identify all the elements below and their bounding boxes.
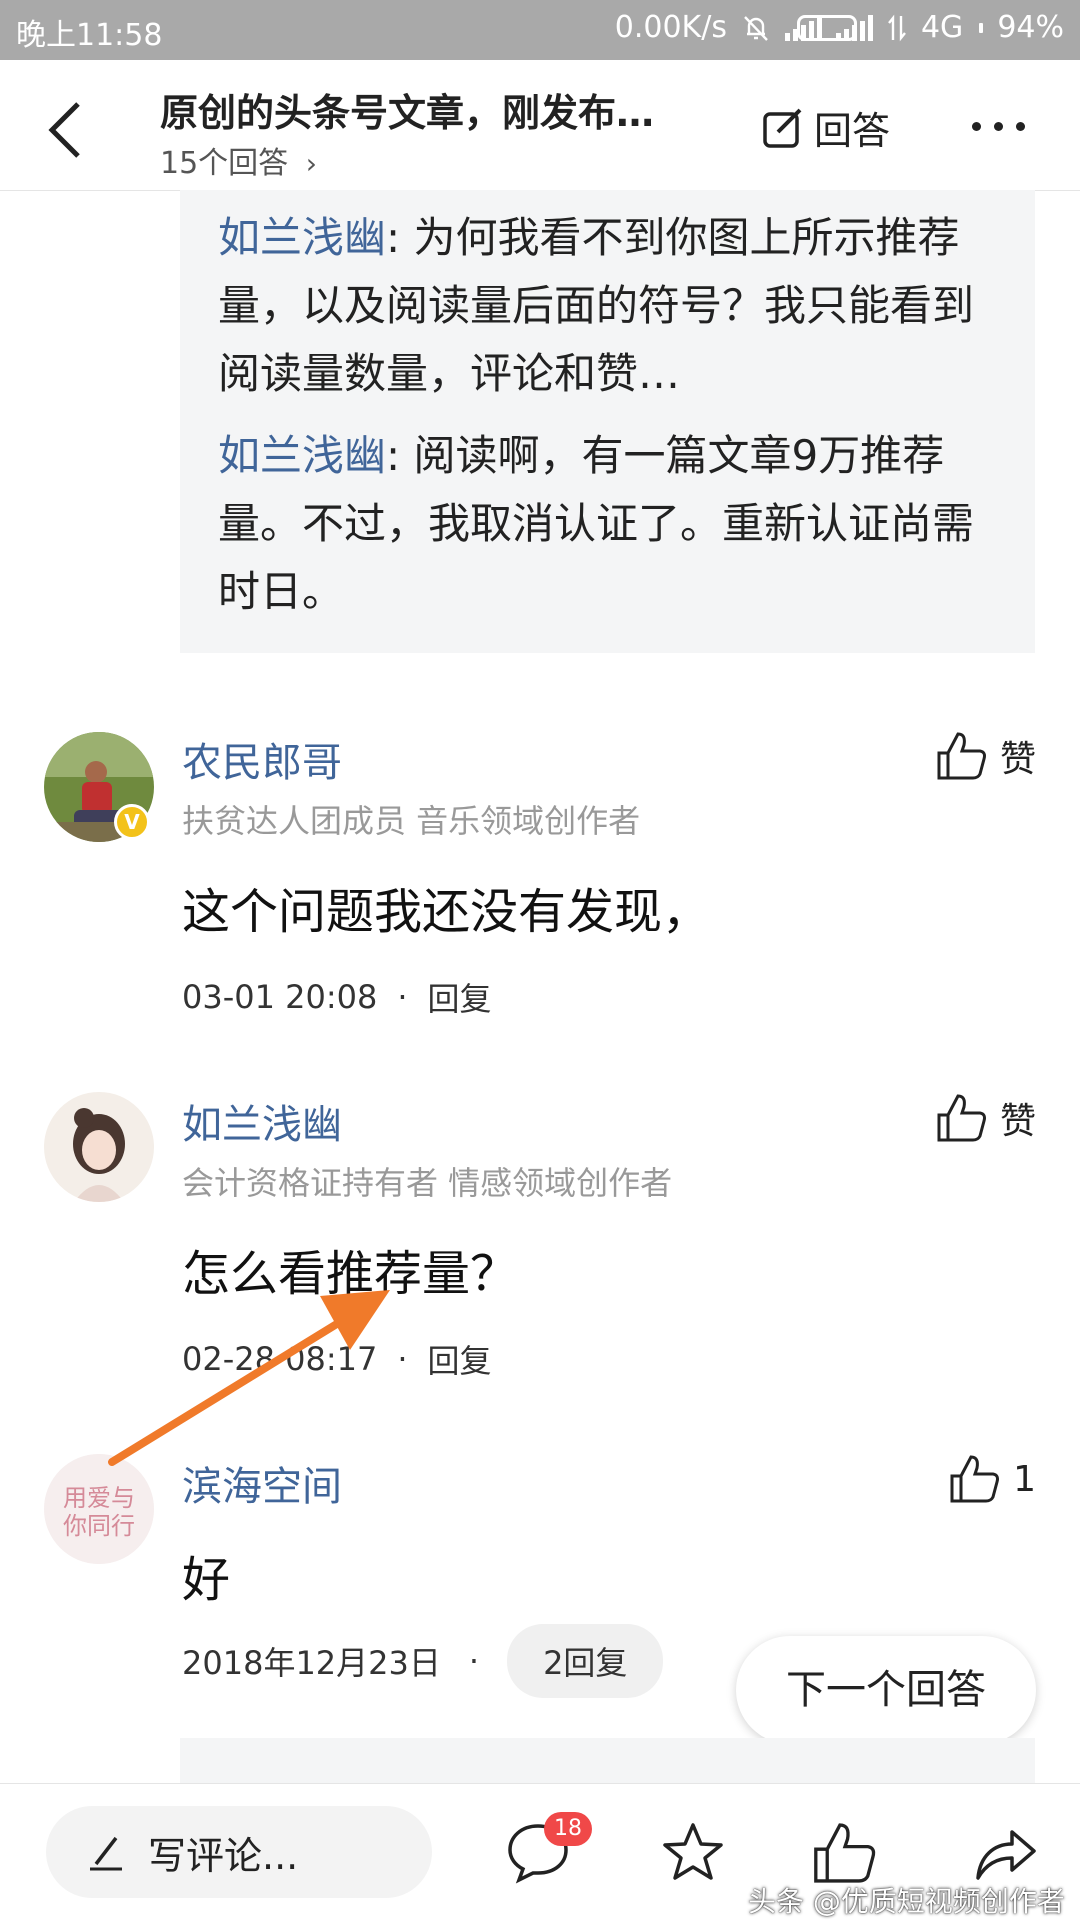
write-comment-input[interactable]: 写评论... [46,1806,432,1898]
next-answer-button[interactable]: 下一个回答 [736,1636,1036,1744]
quoted-replies-box-partial [180,1738,1035,1783]
write-comment-placeholder: 写评论... [148,1833,299,1878]
comment-count-badge: 18 [544,1812,592,1846]
pen-icon [90,1836,122,1871]
thumbs-up-icon[interactable] [812,1820,878,1886]
watermark: 头条 @优质短视频创作者 [748,1885,1065,1918]
star-icon[interactable] [660,1820,726,1886]
share-icon[interactable] [972,1820,1038,1886]
annotation-arrow [108,1290,390,1466]
